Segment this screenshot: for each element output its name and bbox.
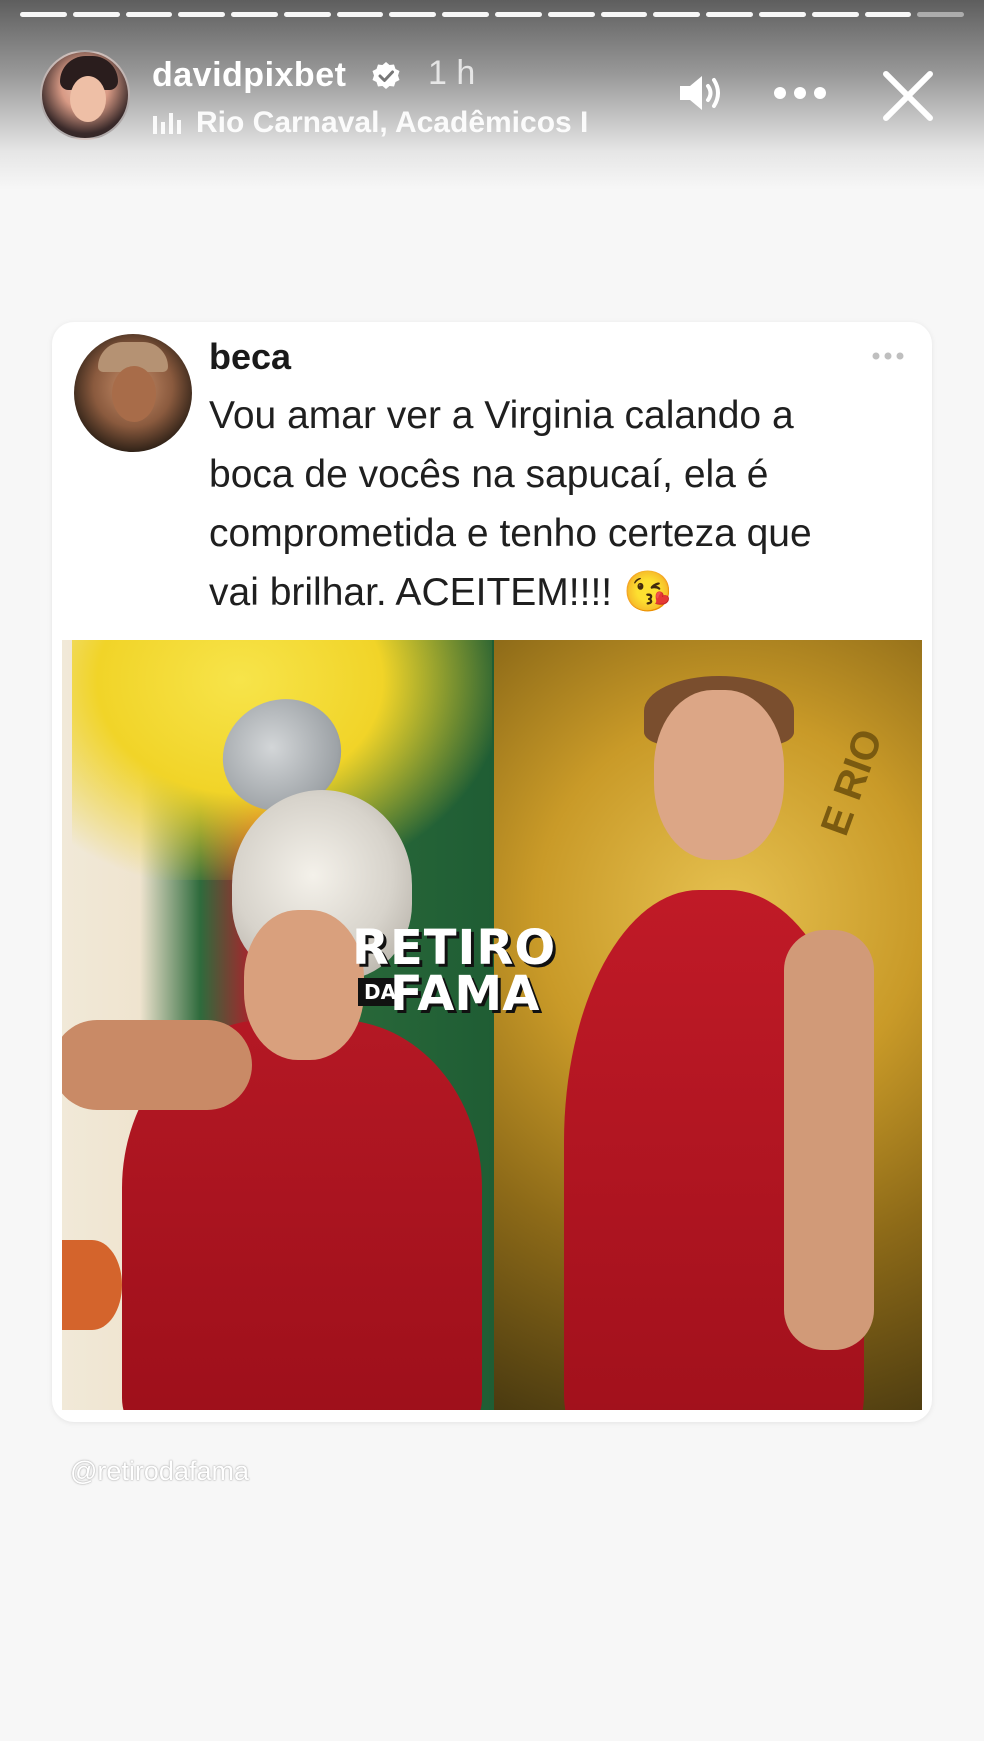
progress-segment: [389, 12, 437, 17]
logo-line3: FAMA: [390, 966, 540, 1022]
verified-badge-icon: [372, 62, 400, 89]
coin-emblem-text: E RIO: [812, 723, 892, 842]
progress-segment: [758, 12, 806, 17]
more-icon[interactable]: [770, 76, 830, 110]
source-watermark: @retirodafama: [70, 1456, 249, 1486]
close-icon[interactable]: [878, 66, 938, 126]
tweet-more-icon[interactable]: [870, 350, 906, 362]
arm: [784, 930, 874, 1350]
tweet-author-avatar[interactable]: [74, 334, 192, 452]
progress-segment: [653, 12, 701, 17]
face: [244, 910, 364, 1060]
story-location[interactable]: Rio Carnaval, Acadêmicos I: [196, 106, 676, 140]
progress-segment: [178, 12, 226, 17]
story-username[interactable]: davidpixbet: [152, 56, 346, 95]
progress-segment: [20, 12, 67, 17]
progress-segment: [72, 12, 120, 17]
story-header: davidpixbet 1 h Rio Carnaval, Acadêmicos…: [40, 50, 944, 150]
progress-segment: [600, 12, 648, 17]
arm: [62, 1020, 252, 1110]
tweet-line: boca de vocês na sapucaí, ela é: [209, 453, 769, 496]
retiro-da-fama-logo: RETIRO DA FAMA: [352, 920, 555, 1030]
speaker-icon[interactable]: [676, 72, 724, 114]
tweet-photo-right[interactable]: E RIO: [494, 640, 922, 1410]
progress-segment: [495, 12, 542, 17]
progress-segment: [811, 12, 859, 17]
kiss-emoji-icon: 😘: [622, 570, 673, 614]
avatar-face: [112, 366, 156, 422]
tweet-line: Vou amar ver a Virginia calando a: [209, 394, 794, 437]
progress-segment: [125, 12, 173, 17]
progress-segment: [231, 12, 278, 17]
face: [654, 690, 784, 860]
story-time: 1 h: [428, 54, 476, 92]
progress-segment: [283, 12, 331, 17]
progress-segment: [706, 12, 753, 17]
progress-segment: [547, 12, 595, 17]
tweet-text: Vou amar ver a Virginia calando a boca d…: [209, 386, 909, 622]
avatar-face: [70, 76, 106, 122]
progress-segment: [864, 12, 912, 17]
orange-shape: [62, 1240, 122, 1330]
tweet-card[interactable]: beca Vou amar ver a Virginia calando a b…: [52, 322, 932, 1422]
story-author-avatar[interactable]: [40, 50, 130, 140]
tweet-line-text: vai brilhar. ACEITEM!!!!: [209, 571, 613, 614]
story-progress-bar: [20, 12, 965, 18]
tweet-line: vai brilhar. ACEITEM!!!! 😘: [209, 563, 909, 622]
music-bars-icon: [153, 113, 181, 134]
tweet-author-name[interactable]: beca: [209, 336, 291, 378]
tweet-line: comprometida e tenho certeza que: [209, 512, 812, 555]
progress-segment: [336, 12, 384, 17]
progress-segment: [442, 12, 490, 17]
progress-segment: [917, 12, 965, 17]
